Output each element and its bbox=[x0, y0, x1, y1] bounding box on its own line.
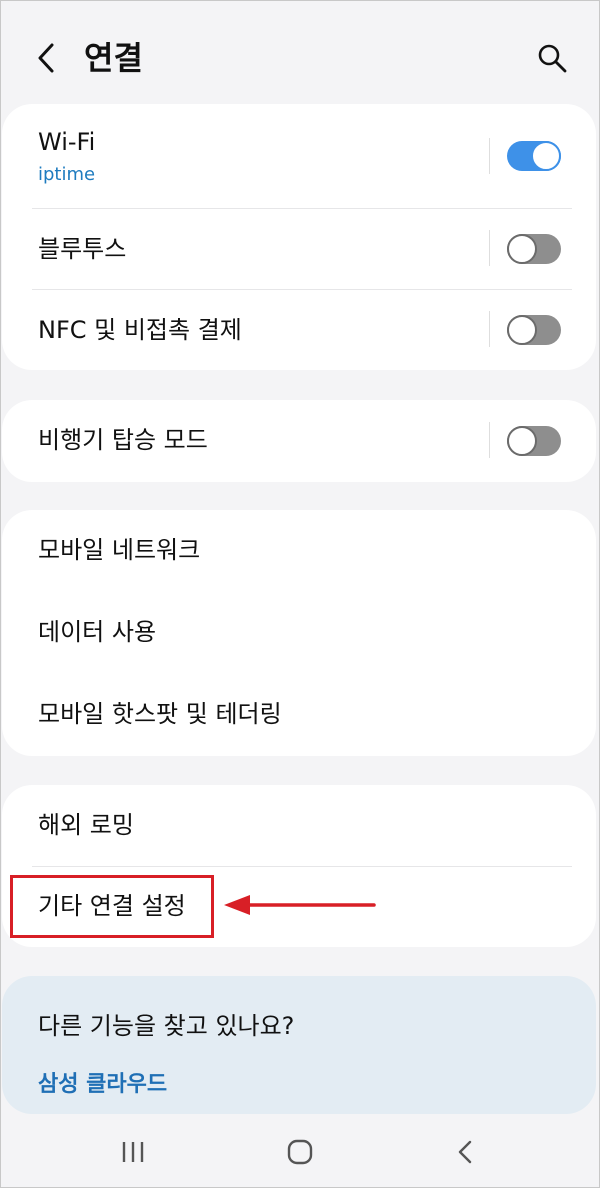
wifi-label: Wi-Fi bbox=[38, 128, 96, 156]
samsung-cloud-link[interactable]: 삼성 클라우드 bbox=[38, 1070, 167, 1100]
bluetooth-row[interactable]: 블루투스 bbox=[2, 208, 596, 289]
bluetooth-toggle[interactable] bbox=[507, 234, 561, 264]
suggestion-title: 다른 기능을 찾고 있나요? bbox=[38, 1012, 295, 1040]
hotspot-tethering-label: 모바일 핫스팟 및 테더링 bbox=[38, 700, 282, 728]
network-group-card: 모바일 네트워크 데이터 사용 모바일 핫스팟 및 테더링 bbox=[2, 510, 596, 756]
nfc-label: NFC 및 비접촉 결제 bbox=[38, 316, 242, 344]
roaming-label: 해외 로밍 bbox=[38, 811, 134, 839]
toggle-knob bbox=[507, 426, 537, 456]
page-title: 연결 bbox=[84, 39, 143, 77]
suggestion-card: 다른 기능을 찾고 있나요? 삼성 클라우드 bbox=[2, 976, 596, 1114]
wifi-network-name: iptime bbox=[38, 164, 96, 185]
wifi-row[interactable]: Wi-Fi iptime bbox=[2, 104, 596, 208]
roaming-row[interactable]: 해외 로밍 bbox=[2, 785, 596, 866]
data-usage-label: 데이터 사용 bbox=[38, 618, 157, 646]
chevron-left-icon[interactable] bbox=[30, 40, 66, 76]
recent-apps-icon[interactable] bbox=[113, 1134, 153, 1170]
airplane-mode-row[interactable]: 비행기 탑승 모드 bbox=[2, 400, 596, 482]
divider-vertical bbox=[489, 138, 490, 174]
mobile-network-row[interactable]: 모바일 네트워크 bbox=[2, 510, 596, 592]
bluetooth-label: 블루투스 bbox=[38, 235, 127, 263]
mobile-network-label: 모바일 네트워크 bbox=[38, 536, 201, 564]
airplane-mode-toggle[interactable] bbox=[507, 426, 561, 456]
nfc-row[interactable]: NFC 및 비접촉 결제 bbox=[2, 289, 596, 370]
arrow-left-icon bbox=[224, 895, 376, 915]
hotspot-tethering-row[interactable]: 모바일 핫스팟 및 테더링 bbox=[2, 674, 596, 756]
back-icon[interactable] bbox=[446, 1134, 486, 1170]
divider-vertical bbox=[489, 311, 490, 347]
toggle-knob bbox=[507, 234, 537, 264]
divider-vertical bbox=[489, 422, 490, 458]
highlight-box bbox=[10, 875, 214, 938]
data-usage-row[interactable]: 데이터 사용 bbox=[2, 592, 596, 674]
app-bar: 연결 bbox=[0, 0, 600, 104]
nfc-toggle[interactable] bbox=[507, 315, 561, 345]
toggle-knob bbox=[531, 141, 561, 171]
search-icon[interactable] bbox=[536, 42, 568, 74]
airplane-mode-label: 비행기 탑승 모드 bbox=[38, 426, 208, 454]
home-icon[interactable] bbox=[280, 1134, 320, 1170]
navigation-bar bbox=[0, 1114, 600, 1186]
wifi-toggle[interactable] bbox=[507, 141, 561, 171]
connection-group-card: Wi-Fi iptime 블루투스 NFC 및 비접촉 결제 bbox=[2, 104, 596, 370]
toggle-knob bbox=[507, 315, 537, 345]
airplane-group-card: 비행기 탑승 모드 bbox=[2, 400, 596, 482]
divider-vertical bbox=[489, 230, 490, 266]
